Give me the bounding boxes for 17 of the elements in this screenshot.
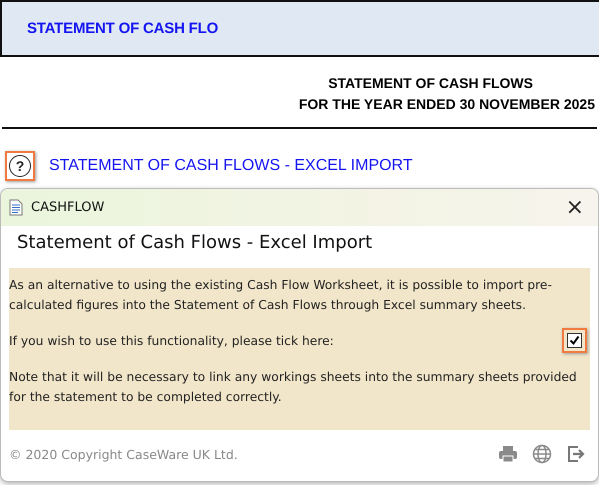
print-icon[interactable]	[498, 445, 518, 463]
dialog-title: CASHFLOW	[31, 200, 106, 215]
globe-icon[interactable]	[532, 444, 552, 464]
document-icon	[9, 199, 23, 216]
copyright-text: © 2020 Copyright CaseWare UK Ltd.	[9, 446, 239, 462]
dialog-heading: Statement of Cash Flows - Excel Import	[17, 232, 374, 253]
close-button[interactable]: ×	[562, 196, 588, 218]
checkbox-label: If you wish to use this functionality, please tick here:	[9, 334, 334, 348]
help-button[interactable]: ?	[5, 151, 35, 181]
report-heading: STATEMENT OF CASH FLOWS	[328, 74, 533, 93]
info-paragraph: Note that it will be necessary to link any workings sheets into the summary sheets provided for the statement to be completed correctly.	[9, 369, 578, 406]
checkbox[interactable]	[567, 333, 582, 348]
exit-icon[interactable]	[566, 444, 586, 464]
report-heading: FOR THE YEAR ENDED 30 NOVEMBER 2025	[298, 95, 595, 114]
banner-title: STATEMENT OF CASH FLO	[27, 20, 218, 37]
help-link[interactable]: STATEMENT OF CASH FLOWS - EXCEL IMPORT	[49, 157, 413, 175]
info-paragraph: As an alternative to using the existing Cash Flow Worksheet, it is possible to import pre-calculated figures into the Statement of Cash Flows through Excel summary sheets.	[9, 277, 553, 314]
